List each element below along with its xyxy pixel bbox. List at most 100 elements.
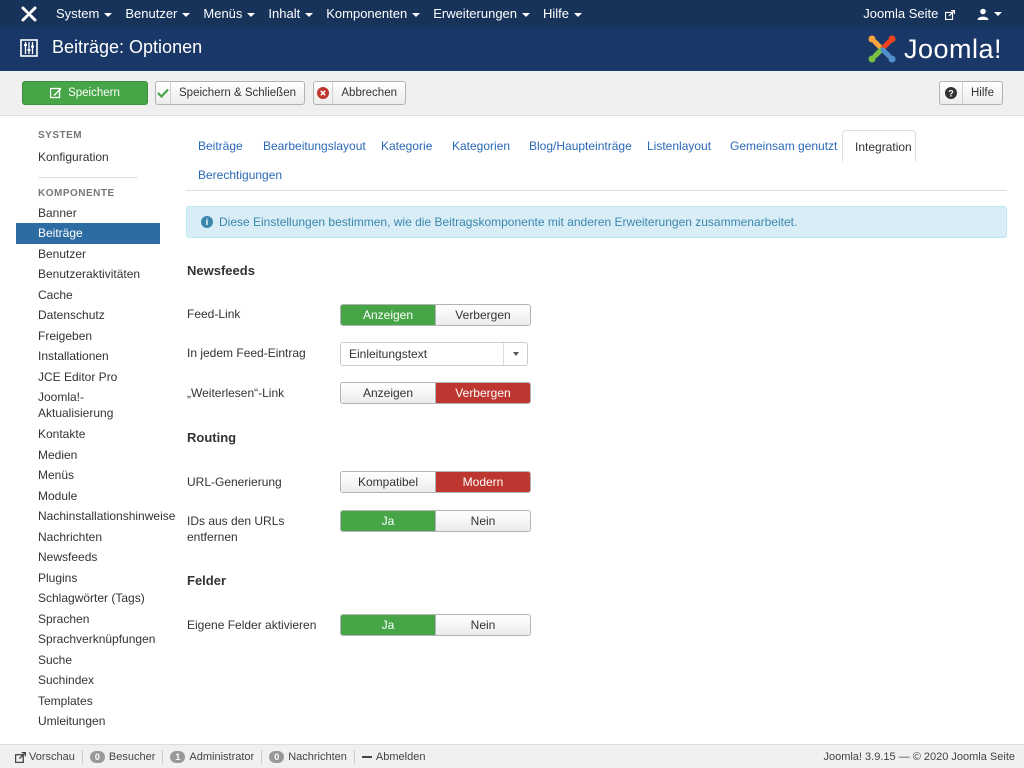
url-generation-toggle: Kompatibel Modern [340,471,531,493]
save-and-close-button[interactable]: Speichern & Schließen [155,81,305,105]
sidebar-item-templates[interactable]: Templates [16,691,160,712]
custom-fields-yes[interactable]: Ja [341,615,435,635]
chevron-down-icon [994,11,1002,16]
feed-link-show[interactable]: Anzeigen [341,305,435,325]
url-generation-modern[interactable]: Modern [435,472,530,492]
main-menu: System Benutzer Menüs Inhalt Komponenten… [56,0,595,27]
edit-icon [50,87,62,99]
sidebar-item-checkin[interactable]: Freigeben [16,326,160,347]
user-icon [977,8,989,20]
page-title: Beiträge: Optionen [52,37,203,57]
options-tabs: Beiträge Bearbeitungslayout Kategorie Ka… [186,130,1007,191]
url-generation-legacy[interactable]: Kompatibel [341,472,435,492]
sidebar-item-banner[interactable]: Banner [16,203,160,224]
sidebar-item-configuration[interactable]: Konfiguration [16,147,160,168]
sidebar-item-newsfeeds[interactable]: Newsfeeds [16,547,160,568]
tab-shared[interactable]: Gemeinsam genutzt [718,130,849,162]
tab-categories[interactable]: Kategorien [440,130,522,162]
chevron-down-icon [522,12,531,17]
read-more-label: „Weiterlesen“-Link [187,386,285,400]
menu-help[interactable]: Hilfe [543,0,583,27]
sidebar-item-menus[interactable]: Menüs [16,465,160,486]
sidebar-heading-components: KOMPONENTE [38,187,115,199]
sidebar-item-plugins[interactable]: Plugins [16,568,160,589]
admins-badge: 1 [170,751,186,763]
tab-list-layout[interactable]: Listenlayout [635,130,723,162]
joomla-brand-text: Joomla! [903,33,1002,64]
joomla-logo-icon[interactable] [20,5,38,23]
menu-menus[interactable]: Menüs [203,0,256,27]
sidebar-item-media[interactable]: Medien [16,445,160,466]
remove-ids-yes[interactable]: Ja [341,511,435,531]
sidebar: SYSTEM Konfiguration KOMPONENTE Banner B… [16,130,175,732]
tab-articles[interactable]: Beiträge [186,130,255,162]
help-button[interactable]: ? Hilfe [939,81,1003,105]
tab-integration[interactable]: Integration [842,130,916,162]
sidebar-item-search[interactable]: Suche [16,650,160,671]
admins-status[interactable]: 1 Administrator [163,750,263,764]
chevron-down-icon [104,12,113,17]
tab-category[interactable]: Kategorie [369,130,444,162]
chevron-down-icon [305,12,314,17]
sidebar-item-redirects[interactable]: Umleitungen [16,711,160,732]
menu-content[interactable]: Inhalt [268,0,314,27]
sidebar-divider [38,176,138,178]
sidebar-item-users[interactable]: Benutzer [16,244,160,265]
sidebar-item-cache[interactable]: Cache [16,285,160,306]
visitors-status[interactable]: 0 Besucher [83,750,164,764]
tab-editing-layout[interactable]: Bearbeitungslayout [251,130,378,162]
remove-ids-label: IDs aus den URLs entfernen [187,514,285,544]
save-button[interactable]: Speichern [22,81,148,105]
remove-ids-no[interactable]: Nein [435,511,530,531]
messages-badge: 0 [269,751,285,763]
sidebar-item-modules[interactable]: Module [16,486,160,507]
sidebar-item-jce-editor[interactable]: JCE Editor Pro [16,367,160,388]
sidebar-item-contacts[interactable]: Kontakte [16,424,160,445]
sidebar-item-articles[interactable]: Beiträge [16,223,160,244]
joomla-brand-logo: Joomla! [866,33,1002,65]
top-navbar: System Benutzer Menüs Inhalt Komponenten… [0,0,1024,27]
sidebar-item-privacy[interactable]: Datenschutz [16,305,160,326]
read-more-toggle: Anzeigen Verbergen [340,382,531,404]
sidebar-item-smart-search[interactable]: Suchindex [16,670,160,691]
preview-link[interactable]: Vorschau [8,750,83,764]
cancel-button[interactable]: Abbrechen [313,81,406,105]
feed-link-toggle: Anzeigen Verbergen [340,304,531,326]
sidebar-item-tags[interactable]: Schlagwörter (Tags) [16,588,160,609]
feed-link-hide[interactable]: Verbergen [435,305,530,325]
tab-permissions[interactable]: Berechtigungen [186,159,294,191]
menu-components[interactable]: Komponenten [326,0,421,27]
feed-entry-label: In jedem Feed-Eintrag [187,346,306,360]
custom-fields-no[interactable]: Nein [435,615,530,635]
cancel-icon [317,87,330,99]
sidebar-item-installations[interactable]: Installationen [16,346,160,367]
sidebar-item-languages[interactable]: Sprachen [16,609,160,630]
read-more-hide[interactable]: Verbergen [435,383,530,403]
logout-link[interactable]: Abmelden [355,750,433,764]
section-newsfeeds: Newsfeeds [187,263,255,278]
messages-status[interactable]: 0 Nachrichten [262,750,355,764]
toolbar: Speichern Speichern & Schließen Abbreche… [0,71,1024,116]
svg-text:?: ? [948,89,954,99]
check-icon [157,88,169,98]
site-link[interactable]: Joomla Seite [863,0,955,27]
remove-ids-toggle: Ja Nein [340,510,531,532]
feed-entry-select[interactable]: Einleitungstext [340,342,528,366]
info-icon: i [201,216,213,228]
version-info: Joomla! 3.9.15 — © 2020 Joomla Seite [823,751,1015,763]
sidebar-item-joomla-update[interactable]: Joomla!-Aktualisierung [16,387,126,424]
sidebar-item-associations[interactable]: Sprachverknüpfungen [16,629,160,650]
chevron-down-icon [574,12,583,17]
sidebar-item-postinstall[interactable]: Nachinstallationshinweise [16,506,175,527]
read-more-show[interactable]: Anzeigen [341,383,435,403]
sidebar-item-user-actions[interactable]: Benutzeraktivitäten [16,264,160,285]
tab-blog-featured[interactable]: Blog/Haupteinträge [517,130,644,162]
custom-fields-toggle: Ja Nein [340,614,531,636]
external-link-icon [945,9,955,20]
section-routing: Routing [187,430,237,445]
sidebar-item-messages[interactable]: Nachrichten [16,527,160,548]
menu-extensions[interactable]: Erweiterungen [433,0,531,27]
menu-users[interactable]: Benutzer [125,0,191,27]
user-menu[interactable] [977,8,1002,20]
menu-system[interactable]: System [56,0,113,27]
